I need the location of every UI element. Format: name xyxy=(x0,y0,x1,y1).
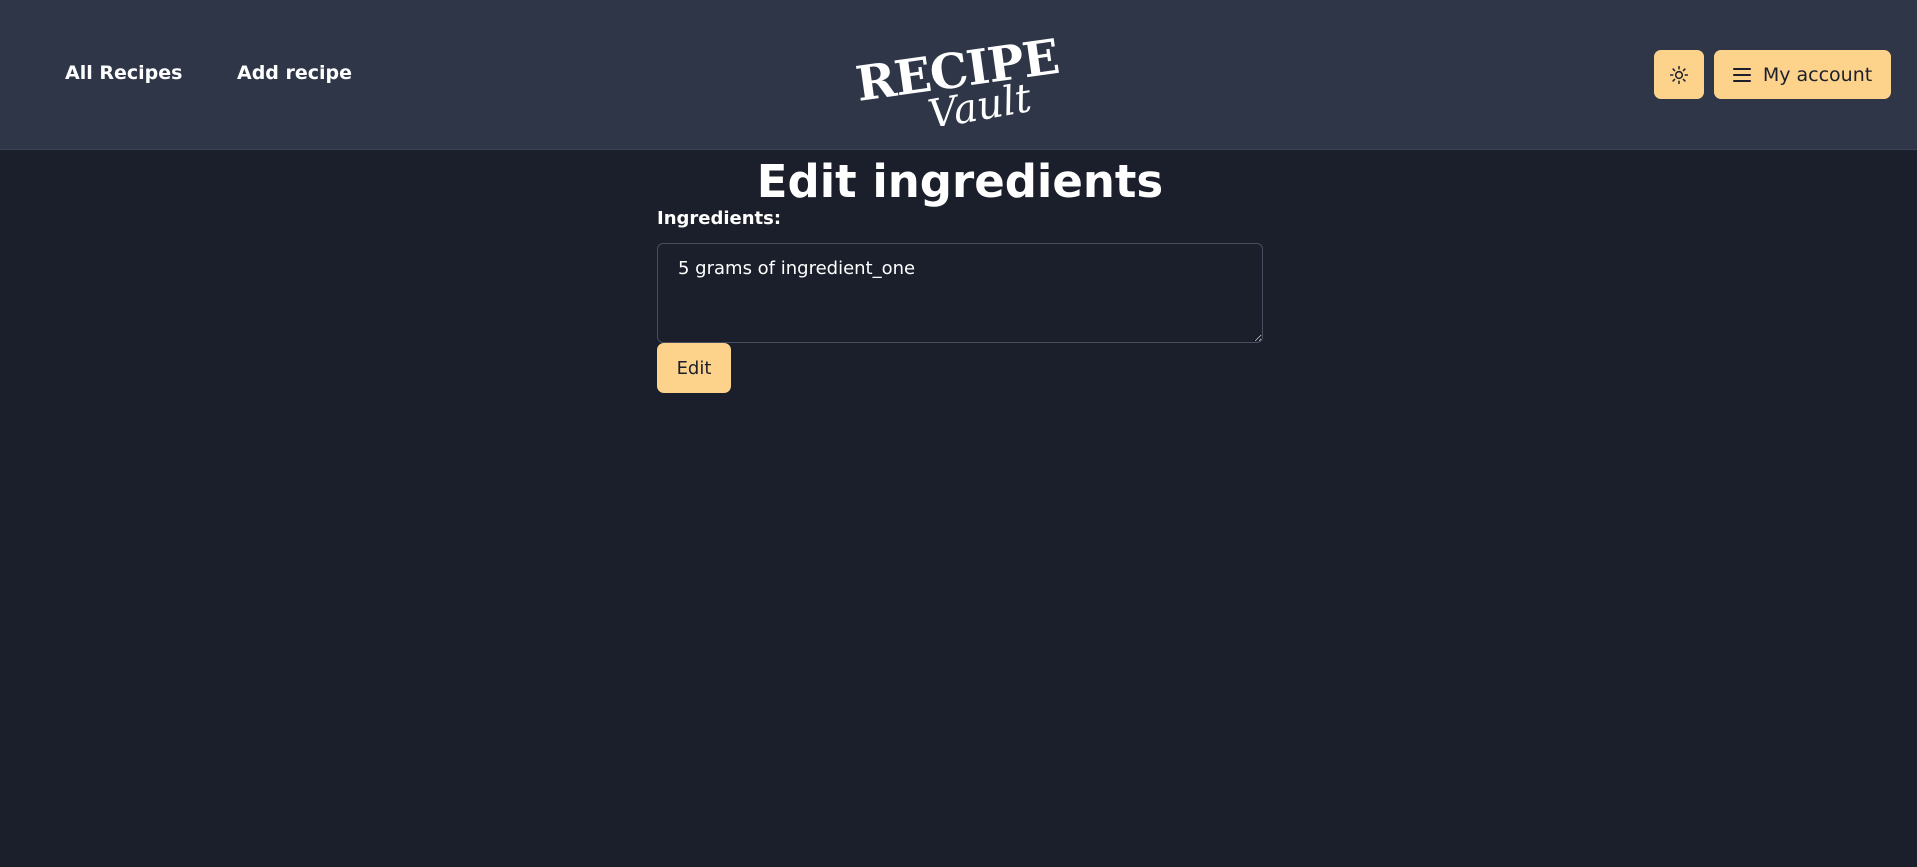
nav-all-recipes-link[interactable]: All Recipes xyxy=(65,62,182,84)
page-title: Edit ingredients xyxy=(756,155,1164,208)
nav-add-recipe-link[interactable]: Add recipe xyxy=(237,62,352,84)
recipe-vault-logo[interactable]: RECIPE Vault xyxy=(850,26,1070,126)
sun-icon xyxy=(1669,65,1689,84)
theme-toggle-button[interactable] xyxy=(1654,50,1704,99)
hamburger-icon xyxy=(1732,67,1751,82)
ingredients-textarea[interactable]: 5 grams of ingredient_one xyxy=(657,243,1263,343)
edit-button[interactable]: Edit xyxy=(657,343,731,393)
ingredients-label: Ingredients: xyxy=(657,208,782,229)
navbar: All Recipes Add recipe RECIPE Vault My a… xyxy=(0,0,1917,150)
my-account-button[interactable]: My account xyxy=(1714,50,1891,99)
my-account-label: My account xyxy=(1762,63,1873,86)
